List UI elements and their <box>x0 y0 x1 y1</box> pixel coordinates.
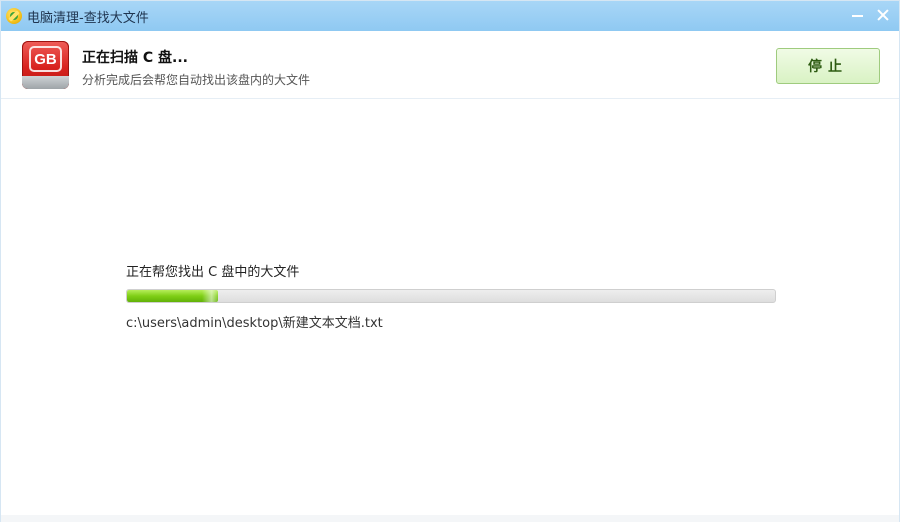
minimize-icon <box>851 15 863 17</box>
app-logo-icon <box>6 8 22 24</box>
title-bar[interactable]: 电脑清理-查找大文件 <box>1 1 899 31</box>
scan-header: GB 正在扫描 C 盘... 分析完成后会帮您自动找出该盘内的大文件 停止 <box>1 31 899 99</box>
close-icon <box>877 9 889 21</box>
current-file-path: c:\users\admin\desktop\新建文本文档.txt <box>126 316 383 331</box>
disk-icon-label: GB <box>34 51 57 68</box>
disk-base <box>22 76 69 89</box>
disk-scan-icon: GB <box>22 41 69 89</box>
window-title: 电脑清理-查找大文件 <box>27 10 149 26</box>
scan-progress-fill <box>127 290 218 302</box>
scan-progress-bar <box>126 289 776 303</box>
scan-subtitle: 分析完成后会帮您自动找出该盘内的大文件 <box>82 73 311 87</box>
app-window: 电脑清理-查找大文件 GB 正在扫描 C 盘... 分析完成后会帮您自动找出该盘… <box>0 0 900 522</box>
stop-button[interactable]: 停止 <box>776 48 880 84</box>
close-button[interactable] <box>872 5 894 25</box>
window-footer <box>1 515 899 522</box>
scan-status-label: 正在帮您找出 C 盘中的大文件 <box>126 265 300 280</box>
minimize-button[interactable] <box>846 5 868 25</box>
scan-title: 正在扫描 C 盘... <box>82 50 188 66</box>
